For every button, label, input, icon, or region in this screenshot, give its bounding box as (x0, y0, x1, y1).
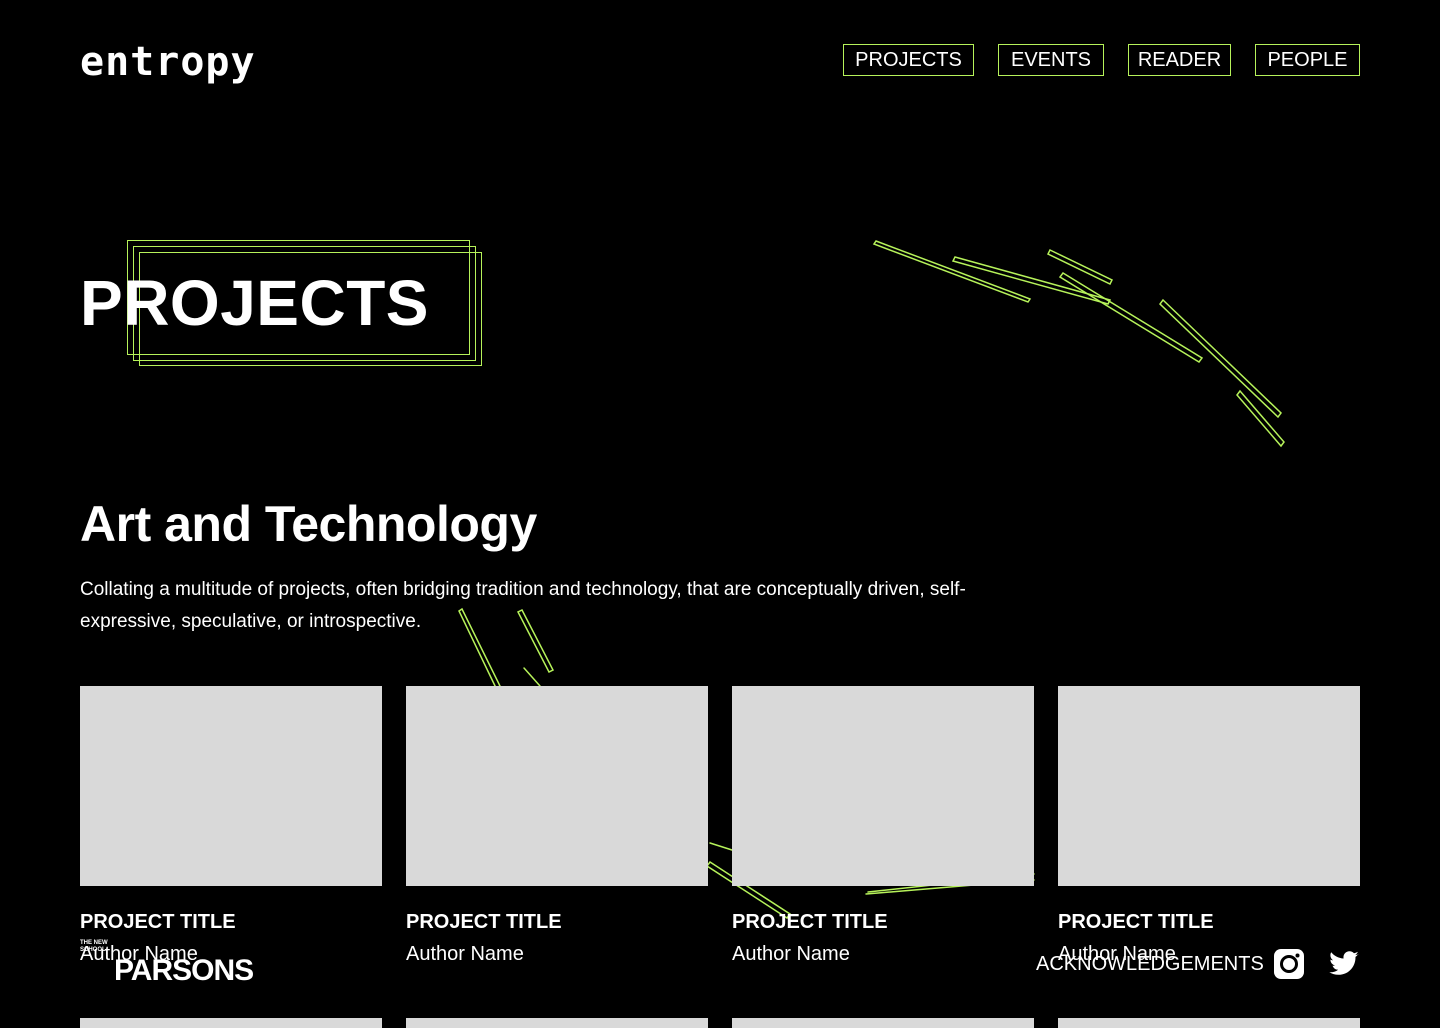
project-image[interactable] (406, 1018, 708, 1028)
nav-reader[interactable]: READER (1128, 44, 1231, 76)
main-nav: PROJECTS EVENTS READER PEOPLE (843, 44, 1360, 76)
project-image[interactable] (406, 686, 708, 886)
project-author: Author Name (406, 943, 524, 965)
instagram-icon[interactable] (1273, 948, 1305, 980)
project-card[interactable]: PROJECT TITLE Author Name (1058, 686, 1360, 966)
project-card[interactable]: PROJECT TITLE Author Name (732, 686, 1034, 966)
project-card[interactable]: PROJECT TITLE Author Name (406, 686, 708, 966)
school-name: PARSONS (114, 954, 254, 987)
project-image[interactable] (732, 1018, 1034, 1028)
project-image[interactable] (80, 686, 382, 886)
project-title[interactable]: PROJECT TITLE (80, 910, 382, 934)
project-title[interactable]: PROJECT TITLE (1058, 910, 1360, 934)
nav-people[interactable]: PEOPLE (1255, 44, 1360, 76)
project-card[interactable]: PROJECT TITLE Author Name (80, 686, 382, 966)
page-title: PROJECTS (80, 267, 429, 339)
project-image[interactable] (1058, 1018, 1360, 1028)
school-name-small: THE NEW SCHOOL (80, 940, 108, 953)
acknowledgements-link[interactable]: ACKNOWLEDGEMENTS (1036, 952, 1264, 976)
twitter-icon[interactable] (1328, 948, 1360, 980)
project-image[interactable] (732, 686, 1034, 886)
section-title: Art and Technology (80, 496, 537, 552)
nav-events[interactable]: EVENTS (998, 44, 1104, 76)
project-image[interactable] (80, 1018, 382, 1028)
section-description: Collating a multitude of projects, often… (80, 579, 966, 632)
project-title[interactable]: PROJECT TITLE (406, 910, 708, 934)
nav-projects[interactable]: PROJECTS (843, 44, 974, 76)
project-author: Author Name (732, 943, 850, 965)
project-image[interactable] (1058, 686, 1360, 886)
site-logo[interactable]: entropy (80, 40, 256, 84)
project-title[interactable]: PROJECT TITLE (732, 910, 1034, 934)
